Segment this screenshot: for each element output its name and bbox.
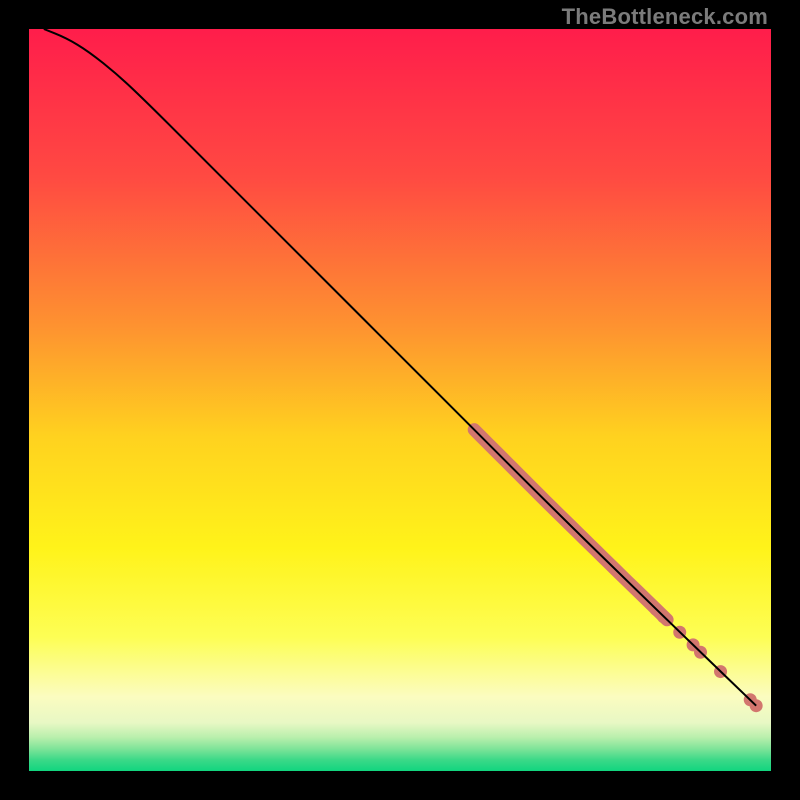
chart-plot-area	[29, 29, 771, 771]
chart-stage: TheBottleneck.com	[0, 0, 800, 800]
watermark-text: TheBottleneck.com	[562, 4, 768, 30]
gradient-background	[29, 29, 771, 771]
chart-svg	[29, 29, 771, 771]
